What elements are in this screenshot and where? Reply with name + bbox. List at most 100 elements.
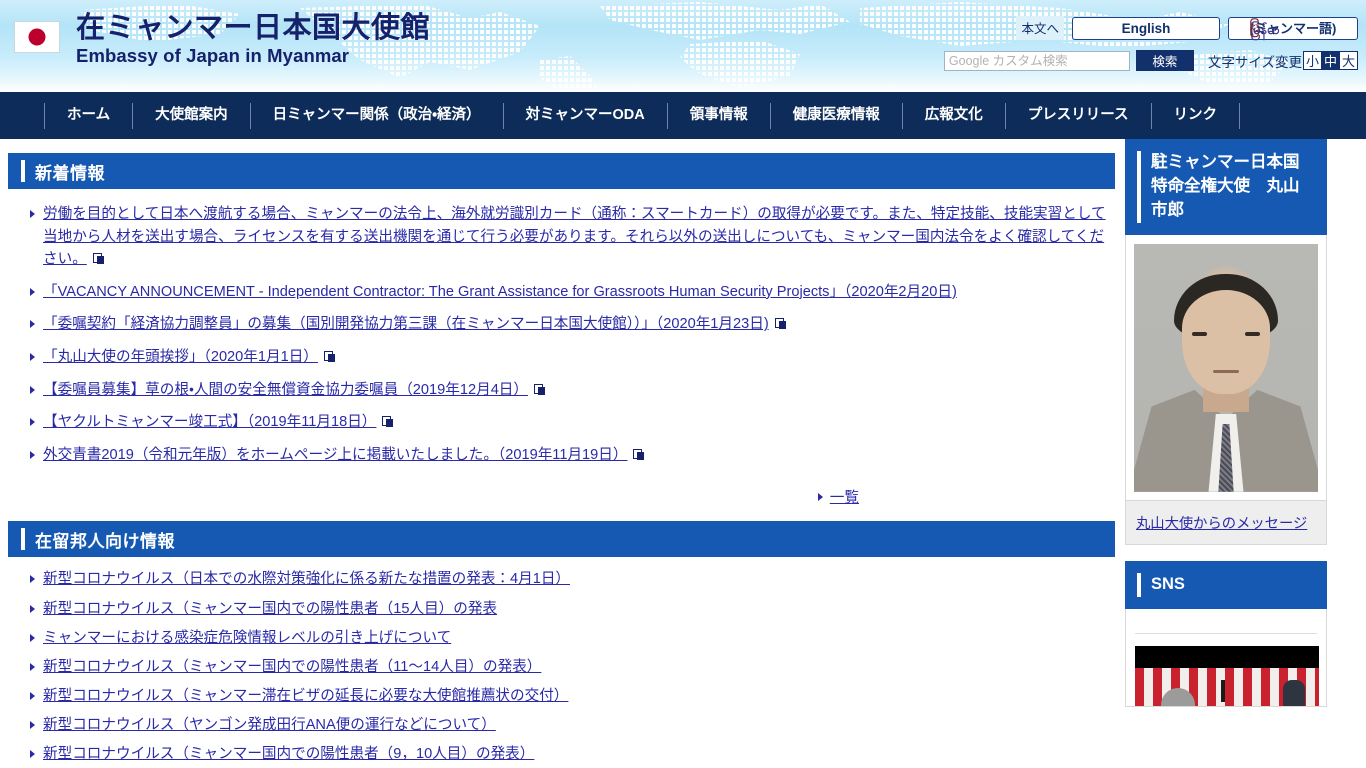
resident-link[interactable]: 新型コロナウイルス（ミャンマー国内での陽性患者（11〜14人目）の発表） bbox=[43, 659, 541, 675]
triangle-bullet-icon bbox=[817, 492, 823, 501]
news-more-row: 一覧 bbox=[0, 486, 1117, 507]
news-link[interactable]: 外交青書2019（令和元年版）をホームページ上に掲載いたしました。（2019年1… bbox=[43, 447, 627, 463]
nav-item-links[interactable]: リンク bbox=[1150, 102, 1240, 129]
resident-section-header: 在留邦人向け情報 bbox=[8, 521, 1115, 558]
page-body: 新着情報 労働を目的として日本へ渡航する場合、ミャンマーの法令上、海外就労識別カ… bbox=[0, 139, 1366, 768]
myanmar-label: (ミャンマー語) မြန်မာ ြ bbox=[1249, 18, 1337, 36]
sns-box-header: SNS bbox=[1125, 560, 1327, 609]
portrait-mouth bbox=[1213, 369, 1239, 373]
resident-section-title: 在留邦人向け情報 bbox=[35, 531, 175, 551]
list-item: 外交青書2019（令和元年版）をホームページ上に掲載いたしました。（2019年1… bbox=[30, 444, 1117, 467]
nav-item-press[interactable]: プレスリリース bbox=[1004, 102, 1151, 129]
font-size-small-button[interactable]: 小 bbox=[1303, 51, 1322, 70]
news-link[interactable]: 労働を目的として日本へ渡航する場合、ミャンマーの法令上、海外就労識別カード（通称… bbox=[43, 206, 1106, 267]
language-english-button[interactable]: English bbox=[1072, 16, 1220, 40]
header-utilities: 本文へ English (ミャンマー語) မြန်မာ ြ 検索 文字サイズ変更… bbox=[943, 16, 1358, 71]
search-row: 検索 文字サイズ変更 小 中 大 bbox=[943, 50, 1358, 71]
nav-item-relations[interactable]: 日ミャンマー関係（政治・経済） bbox=[249, 102, 503, 129]
resident-link[interactable]: 新型コロナウイルス（日本での水際対策強化に係る新たな措置の発表：4月1日） bbox=[43, 571, 570, 587]
font-size-control: 文字サイズ変更 小 中 大 bbox=[1208, 51, 1358, 71]
font-size-label: 文字サイズ変更 bbox=[1207, 54, 1302, 70]
sns-box: SNS bbox=[1125, 560, 1327, 707]
external-link-icon bbox=[323, 351, 335, 363]
list-item: 新型コロナウイルス（日本での水際対策強化に係る新たな措置の発表：4月1日） bbox=[30, 569, 1117, 590]
list-item: 新型コロナウイルス（ミャンマー国内での陽性患者（9，10人目）の発表） bbox=[30, 744, 1117, 765]
font-size-medium-button[interactable]: 中 bbox=[1321, 51, 1340, 70]
portrait-eye-right bbox=[1245, 331, 1260, 336]
site-title-ja: 在ミャンマー日本国大使館 bbox=[76, 12, 431, 44]
portrait-eye-left bbox=[1192, 331, 1207, 336]
external-link-icon bbox=[633, 448, 645, 460]
resident-link[interactable]: 新型コロナウイルス（ミャンマー国内での陽性患者（15人目）の発表 bbox=[43, 601, 497, 617]
ambassador-box-header: 駐ミャンマー日本国特命全権大使 丸山市郎 bbox=[1125, 139, 1327, 235]
resident-section: 在留邦人向け情報 新型コロナウイルス（日本での水際対策強化に係る新たな措置の発表… bbox=[0, 521, 1117, 768]
news-link[interactable]: 「VACANCY ANNOUNCEMENT - Independent Cont… bbox=[43, 284, 957, 300]
nav-item-health[interactable]: 健康医療情報 bbox=[769, 102, 902, 129]
news-section: 新着情報 労働を目的として日本へ渡航する場合、ミャンマーの法令上、海外就労識別カ… bbox=[0, 153, 1117, 507]
list-item: 新型コロナウイルス（ミャンマー滞在ビザの延長に必要な大使館推薦状の交付） bbox=[30, 686, 1117, 707]
site-header: 在ミャンマー日本国大使館 Embassy of Japan in Myanmar… bbox=[0, 0, 1366, 92]
nav-end-divider bbox=[1239, 102, 1241, 129]
external-link-icon bbox=[774, 318, 786, 330]
section-accent-bar bbox=[1137, 151, 1141, 223]
ambassador-box-body bbox=[1125, 234, 1327, 501]
language-myanmar-button[interactable]: (ミャンマー語) မြန်မာ ြ bbox=[1228, 16, 1358, 40]
list-item: 【委嘱員募集】草の根・人間の安全無償資金協力委嘱員（2019年12月4日） bbox=[30, 379, 1117, 402]
news-list: 労働を目的として日本へ渡航する場合、ミャンマーの法令上、海外就労識別カード（通称… bbox=[0, 203, 1117, 466]
font-size-large-button[interactable]: 大 bbox=[1339, 51, 1358, 70]
ambassador-title: 駐ミャンマー日本国特命全権大使 丸山市郎 bbox=[1151, 153, 1300, 219]
external-link-icon bbox=[534, 383, 545, 395]
thumbnail-person bbox=[1283, 679, 1305, 706]
nav-item-consular[interactable]: 領事情報 bbox=[666, 102, 770, 129]
nav-item-oda[interactable]: 対ミャンマーODA bbox=[502, 102, 667, 129]
ambassador-message-link[interactable]: 丸山大使からのメッセージ bbox=[1136, 516, 1307, 532]
list-item: 【ヤクルトミャンマー竣工式】（2019年11月18日） bbox=[30, 411, 1117, 434]
site-title-en: Embassy of Japan in Myanmar bbox=[76, 45, 350, 66]
section-accent-bar bbox=[21, 160, 25, 182]
news-link[interactable]: 【ヤクルトミャンマー竣工式】（2019年11月18日） bbox=[43, 414, 376, 430]
news-more-link[interactable]: 一覧 bbox=[830, 486, 859, 507]
resident-link[interactable]: ミャンマーにおける感染症危険情報レベルの引き上げについて bbox=[43, 630, 451, 646]
list-item: 労働を目的として日本へ渡航する場合、ミャンマーの法令上、海外就労識別カード（通称… bbox=[30, 203, 1117, 271]
list-item: 新型コロナウイルス（ヤンゴン発成田行ANA便の運行などについて） bbox=[30, 715, 1117, 736]
sns-title: SNS bbox=[1151, 574, 1185, 593]
news-section-header: 新着情報 bbox=[8, 153, 1115, 189]
myanmar-script-overlay-accent: ြ bbox=[1249, 18, 1260, 34]
external-link-icon bbox=[92, 253, 104, 265]
list-item: 新型コロナウイルス（ミャンマー国内での陽性患者（15人目）の発表 bbox=[30, 599, 1117, 620]
nav-item-embassy[interactable]: 大使館案内 bbox=[132, 102, 250, 129]
search-input[interactable] bbox=[943, 50, 1130, 71]
list-item: 「丸山大使の年頭挨拶」（2020年1月1日） bbox=[30, 346, 1117, 369]
news-link[interactable]: 「丸山大使の年頭挨拶」（2020年1月1日） bbox=[43, 349, 318, 365]
portrait-face bbox=[1182, 289, 1270, 394]
section-accent-bar bbox=[21, 528, 25, 551]
skip-to-content-link[interactable]: 本文へ bbox=[1016, 16, 1064, 40]
thumbnail-microphone bbox=[1221, 679, 1225, 702]
main-column: 新着情報 労働を目的として日本へ渡航する場合、ミャンマーの法令上、海外就労識別カ… bbox=[0, 139, 1117, 768]
ambassador-message-row: 丸山大使からのメッセージ bbox=[1125, 500, 1327, 545]
language-row: 本文へ English (ミャンマー語) မြန်မာ ြ bbox=[944, 16, 1358, 40]
global-navigation: ホーム 大使館案内 日ミャンマー関係（政治・経済） 対ミャンマーODA 領事情報… bbox=[0, 92, 1366, 139]
list-item: 「委嘱契約「経済協力調整員」の募集（国別開発協力第三課（在ミャンマー日本国大使館… bbox=[30, 313, 1117, 336]
news-link[interactable]: 「委嘱契約「経済協力調整員」の募集（国別開発協力第三課（在ミャンマー日本国大使館… bbox=[43, 316, 769, 332]
sns-divider bbox=[1135, 632, 1317, 634]
ambassador-box: 駐ミャンマー日本国特命全権大使 丸山市郎 丸山大使からのメッセージ bbox=[1125, 139, 1327, 545]
japan-flag-icon bbox=[14, 21, 60, 53]
search-button[interactable]: 検索 bbox=[1135, 50, 1194, 71]
list-item: 「VACANCY ANNOUNCEMENT - Independent Cont… bbox=[30, 281, 1117, 304]
resident-link[interactable]: 新型コロナウイルス（ミャンマー滞在ビザの延長に必要な大使館推薦状の交付） bbox=[43, 688, 568, 704]
news-link[interactable]: 【委嘱員募集】草の根・人間の安全無償資金協力委嘱員（2019年12月4日） bbox=[43, 382, 528, 398]
news-section-title: 新着情報 bbox=[35, 163, 105, 183]
sns-box-body bbox=[1125, 608, 1327, 707]
nav-item-home[interactable]: ホーム bbox=[44, 102, 132, 129]
external-link-icon bbox=[382, 416, 394, 428]
list-item: 新型コロナウイルス（ミャンマー国内での陽性患者（11〜14人目）の発表） bbox=[30, 657, 1117, 678]
nav-item-culture[interactable]: 広報文化 bbox=[901, 102, 1005, 129]
resident-link[interactable]: 新型コロナウイルス（ヤンゴン発成田行ANA便の運行などについて） bbox=[43, 717, 496, 733]
resident-link[interactable]: 新型コロナウイルス（ミャンマー国内での陽性患者（9，10人目）の発表） bbox=[43, 746, 534, 762]
sns-video-thumbnail[interactable] bbox=[1135, 645, 1319, 706]
ambassador-portrait bbox=[1134, 243, 1318, 492]
section-accent-bar bbox=[1137, 572, 1141, 597]
resident-list: 新型コロナウイルス（日本での水際対策強化に係る新たな措置の発表：4月1日） 新型… bbox=[0, 569, 1117, 768]
site-branding: 在ミャンマー日本国大使館 Embassy of Japan in Myanmar bbox=[14, 14, 430, 66]
